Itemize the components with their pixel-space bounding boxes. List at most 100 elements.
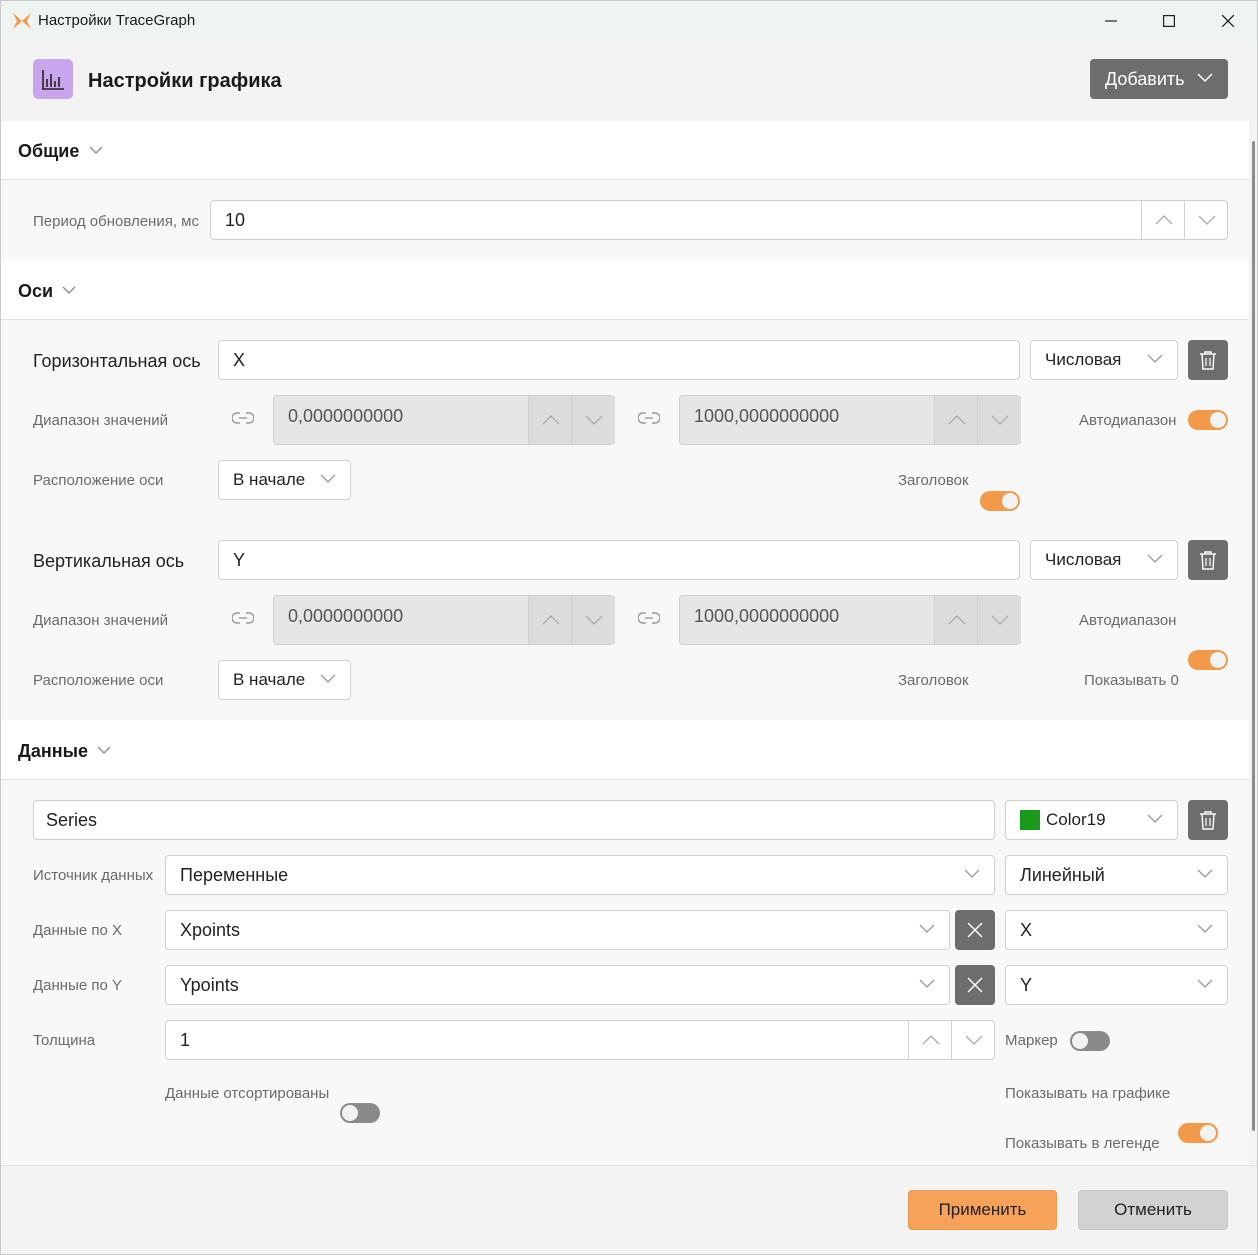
axes-section-header[interactable]: Оси bbox=[1, 260, 1249, 319]
horizontal-max-decrement[interactable] bbox=[977, 396, 1021, 444]
add-dropdown-button[interactable]: Добавить bbox=[1090, 59, 1228, 99]
y-axis-select[interactable]: Y bbox=[1005, 965, 1228, 1005]
horizontal-max-input[interactable]: 1000,0000000000 bbox=[679, 395, 1021, 445]
link-icon[interactable] bbox=[638, 611, 660, 625]
link-icon[interactable] bbox=[638, 411, 660, 425]
series-color-select[interactable]: Color19 bbox=[1005, 800, 1178, 840]
chart-icon bbox=[33, 59, 73, 99]
vertical-axis-type-select[interactable]: Числовая bbox=[1030, 540, 1178, 580]
chevron-up-icon bbox=[922, 1035, 939, 1045]
x-axis-select[interactable]: X bbox=[1005, 910, 1228, 950]
minimize-button[interactable] bbox=[1096, 9, 1126, 33]
chevron-down-icon bbox=[1147, 554, 1163, 563]
period-increment-button[interactable] bbox=[1141, 201, 1185, 239]
horizontal-range-label: Диапазон значений bbox=[33, 412, 169, 429]
horizontal-min-value: 0,0000000000 bbox=[288, 405, 404, 426]
chevron-up-icon bbox=[542, 615, 559, 625]
show-on-chart-toggle[interactable] bbox=[1178, 1123, 1218, 1143]
trash-icon bbox=[1200, 811, 1216, 830]
axes-section-title: Оси bbox=[18, 281, 54, 301]
chevron-down-icon bbox=[62, 286, 76, 294]
x-data-select[interactable]: Xpoints bbox=[165, 910, 950, 950]
thickness-increment[interactable] bbox=[908, 1021, 952, 1059]
horizontal-min-increment[interactable] bbox=[528, 396, 572, 444]
general-section-title: Общие bbox=[18, 141, 80, 161]
horizontal-axis-type: Числовая bbox=[1045, 350, 1122, 369]
color-swatch bbox=[1020, 810, 1040, 830]
delete-series-button[interactable] bbox=[1188, 800, 1228, 840]
thickness-label: Толщина bbox=[33, 1032, 96, 1049]
vertical-max-decrement[interactable] bbox=[977, 596, 1021, 644]
delete-horizontal-axis-button[interactable] bbox=[1188, 340, 1228, 380]
y-data-value: Ypoints bbox=[180, 974, 239, 995]
page-title: Настройки графика bbox=[88, 70, 282, 92]
vertical-range-label: Диапазон значений bbox=[33, 612, 169, 629]
vertical-min-value: 0,0000000000 bbox=[288, 605, 404, 626]
vertical-auto-toggle[interactable] bbox=[1188, 650, 1228, 670]
line-type-value: Линейный bbox=[1020, 864, 1105, 885]
period-input[interactable]: 10 bbox=[210, 200, 1228, 240]
axes-section-body: Горизонтальная ось X Числовая Диапазон з… bbox=[1, 320, 1249, 771]
chevron-up-icon bbox=[948, 615, 965, 625]
source-select[interactable]: Переменные bbox=[165, 855, 995, 895]
vertical-position-select[interactable]: В начале bbox=[218, 660, 351, 700]
sorted-toggle[interactable] bbox=[340, 1103, 380, 1123]
horizontal-axis-name-input[interactable]: X bbox=[218, 340, 1020, 380]
period-value: 10 bbox=[225, 209, 246, 230]
series-name-input[interactable]: Series bbox=[33, 800, 995, 840]
y-data-select[interactable]: Ypoints bbox=[165, 965, 950, 1005]
horizontal-axis-type-select[interactable]: Числовая bbox=[1030, 340, 1178, 380]
data-section-header[interactable]: Данные bbox=[1, 720, 1249, 779]
vertical-min-increment[interactable] bbox=[528, 596, 572, 644]
vertical-axis-name-input[interactable]: Y bbox=[218, 540, 1020, 580]
line-type-select[interactable]: Линейный bbox=[1005, 855, 1228, 895]
vertical-title-label: Заголовок bbox=[898, 672, 969, 689]
link-icon[interactable] bbox=[232, 611, 254, 625]
horizontal-min-input[interactable]: 0,0000000000 bbox=[273, 395, 615, 445]
horizontal-min-decrement[interactable] bbox=[571, 396, 615, 444]
delete-vertical-axis-button[interactable] bbox=[1188, 540, 1228, 580]
thickness-value: 1 bbox=[180, 1029, 191, 1050]
horizontal-max-increment[interactable] bbox=[934, 396, 978, 444]
chevron-down-icon bbox=[1147, 814, 1163, 823]
vertical-max-increment[interactable] bbox=[934, 596, 978, 644]
vertical-position-value: В начале bbox=[233, 670, 306, 689]
apply-button[interactable]: Применить bbox=[908, 1190, 1057, 1230]
horizontal-title-toggle[interactable] bbox=[980, 491, 1020, 511]
period-decrement-button[interactable] bbox=[1184, 201, 1228, 239]
vertical-min-input[interactable]: 0,0000000000 bbox=[273, 595, 615, 645]
link-icon[interactable] bbox=[232, 411, 254, 425]
data-section-body: Series Color19 Источник данных Переменны… bbox=[1, 780, 1249, 1213]
x-axis-value: X bbox=[1020, 919, 1033, 940]
show-on-chart-label: Показывать на графике bbox=[1005, 1085, 1171, 1102]
horizontal-auto-toggle[interactable] bbox=[1188, 410, 1228, 430]
horizontal-position-value: В начале bbox=[233, 470, 306, 489]
general-section-header[interactable]: Общие bbox=[1, 121, 1249, 179]
horizontal-position-label: Расположение оси bbox=[33, 472, 164, 489]
vertical-scrollbar[interactable] bbox=[1252, 141, 1255, 1131]
y-data-label: Данные по Y bbox=[33, 977, 122, 994]
chevron-down-icon bbox=[585, 615, 602, 625]
maximize-button[interactable] bbox=[1154, 9, 1184, 33]
close-window-button[interactable] bbox=[1213, 9, 1243, 33]
clear-y-data-button[interactable] bbox=[955, 965, 995, 1005]
app-logo-icon bbox=[12, 12, 32, 35]
cancel-button[interactable]: Отменить bbox=[1078, 1190, 1228, 1230]
thickness-decrement[interactable] bbox=[951, 1021, 995, 1059]
general-section-body: Период обновления, мс 10 bbox=[1, 180, 1249, 260]
marker-toggle[interactable] bbox=[1070, 1031, 1110, 1051]
vertical-auto-label: Автодиапазон bbox=[1079, 612, 1177, 629]
vertical-min-decrement[interactable] bbox=[571, 596, 615, 644]
close-icon bbox=[967, 922, 983, 938]
x-data-label: Данные по X bbox=[33, 922, 122, 939]
chevron-down-icon bbox=[964, 869, 980, 878]
horizontal-position-select[interactable]: В начале bbox=[218, 460, 351, 500]
trash-icon bbox=[1200, 351, 1216, 370]
vertical-position-label: Расположение оси bbox=[33, 672, 164, 689]
thickness-input[interactable]: 1 bbox=[165, 1020, 995, 1060]
vertical-max-input[interactable]: 1000,0000000000 bbox=[679, 595, 1021, 645]
marker-label: Маркер bbox=[1005, 1032, 1058, 1049]
chevron-up-icon bbox=[948, 415, 965, 425]
chevron-down-icon bbox=[1197, 924, 1213, 933]
clear-x-data-button[interactable] bbox=[955, 910, 995, 950]
